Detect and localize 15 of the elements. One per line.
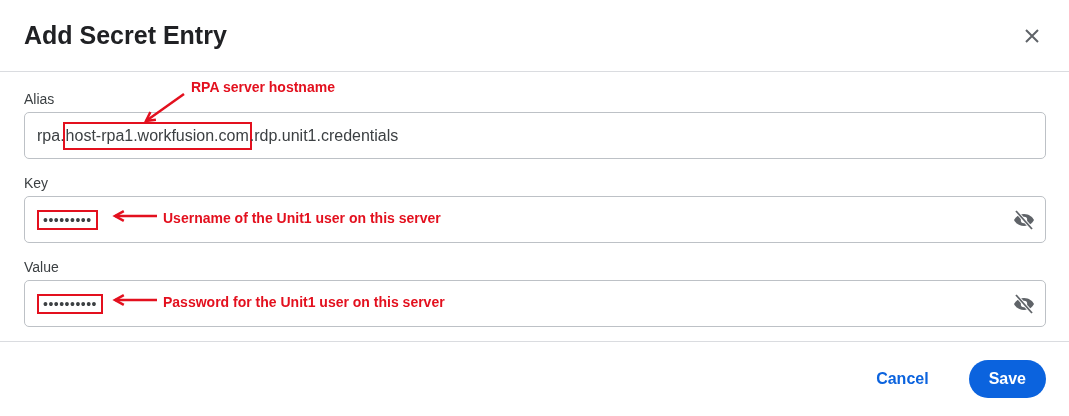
field-label: Alias bbox=[24, 91, 55, 107]
close-icon[interactable] bbox=[1025, 28, 1039, 43]
save-button[interactable]: Save bbox=[968, 360, 1046, 398]
annotation-label: Password for the Unit1 user on this server bbox=[163, 293, 445, 312]
highlight-box: host-rpa1.workfusion.com bbox=[64, 123, 250, 148]
field-label: Value bbox=[24, 259, 59, 275]
annotation-label: Username of the Unit1 user on this server bbox=[163, 209, 441, 228]
dialog-title: Add Secret Entry bbox=[24, 19, 227, 51]
eye-off-icon[interactable] bbox=[1013, 293, 1035, 314]
field-label: Key bbox=[24, 175, 49, 191]
annotation-label: RPA server hostname bbox=[191, 78, 335, 97]
eye-off-icon[interactable] bbox=[1013, 209, 1035, 230]
highlight-box: •••••••••• bbox=[37, 293, 103, 314]
cancel-button[interactable]: Cancel bbox=[874, 360, 931, 398]
highlight-box: ••••••••• bbox=[37, 209, 98, 230]
